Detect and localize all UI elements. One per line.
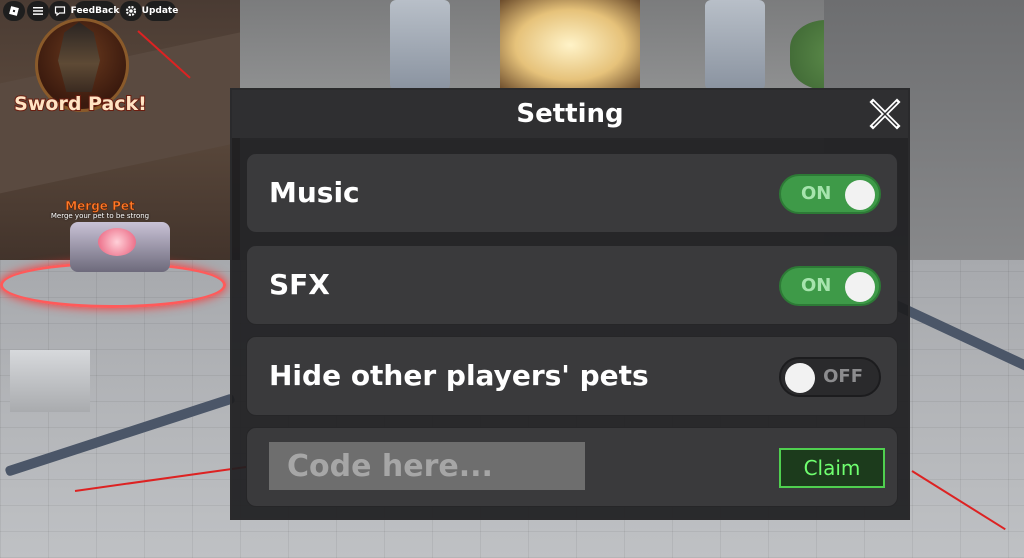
- toggle-knob: [845, 272, 875, 302]
- gear-icon: [125, 5, 137, 17]
- claim-button[interactable]: Claim: [779, 448, 885, 488]
- statue-right: [705, 0, 765, 90]
- roblox-logo-button[interactable]: [3, 1, 25, 21]
- toggle-knob: [785, 363, 815, 393]
- merge-orb: [98, 228, 136, 256]
- chat-button[interactable]: [49, 1, 71, 21]
- dialog-header: Setting: [232, 90, 908, 138]
- toggle-state: OFF: [823, 366, 863, 387]
- toggle-state: ON: [801, 275, 832, 296]
- knight-armor-icon: [58, 22, 100, 92]
- chat-icon: [54, 6, 66, 17]
- sfx-toggle[interactable]: ON: [779, 266, 881, 306]
- settings-dialog: Setting Music ON SFX ON Hide other playe…: [230, 88, 910, 520]
- setting-label-sfx: SFX: [269, 268, 330, 301]
- music-toggle[interactable]: ON: [779, 174, 881, 214]
- setting-row-sfx: SFX ON: [246, 245, 898, 325]
- merge-pet-subtitle: Merge your pet to be strong: [50, 212, 150, 220]
- setting-row-music: Music ON: [246, 153, 898, 233]
- merge-pet-title: Merge Pet: [65, 199, 135, 214]
- statue-left: [390, 0, 450, 90]
- castle-gate: [500, 0, 640, 90]
- close-icon: [869, 98, 901, 130]
- update-button[interactable]: Update: [142, 1, 178, 21]
- hamburger-icon: [33, 7, 43, 15]
- close-button[interactable]: [867, 96, 903, 132]
- setting-label-music: Music: [269, 176, 360, 209]
- sword-pack-label: Sword Pack!: [13, 92, 148, 116]
- code-redeem-row: Claim: [246, 427, 898, 507]
- stone-bench: [10, 350, 90, 412]
- setting-label-hide-pets: Hide other players' pets: [269, 359, 649, 392]
- hide-pets-toggle[interactable]: OFF: [779, 357, 881, 397]
- setting-row-hide-pets: Hide other players' pets OFF: [246, 336, 898, 416]
- menu-button[interactable]: [27, 1, 49, 21]
- toggle-knob: [845, 180, 875, 210]
- code-input[interactable]: [269, 442, 585, 490]
- toggle-state: ON: [801, 183, 832, 204]
- roblox-icon: [9, 6, 19, 16]
- settings-button[interactable]: [120, 1, 142, 21]
- dialog-title: Setting: [516, 99, 624, 129]
